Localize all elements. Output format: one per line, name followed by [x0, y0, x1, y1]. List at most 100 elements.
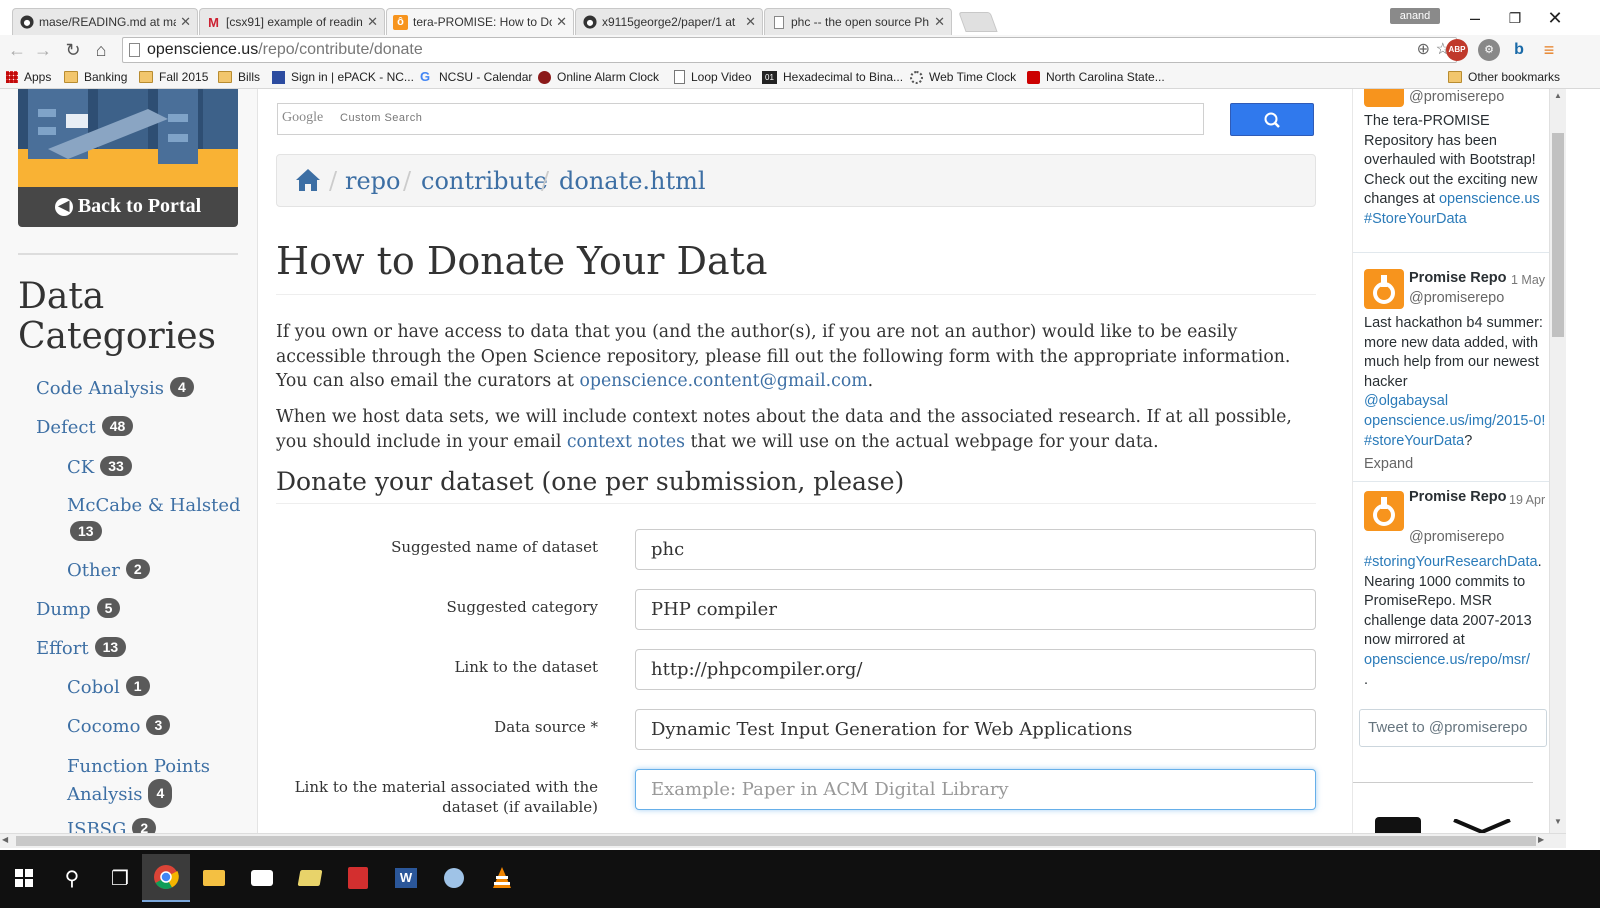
scroll-down-icon[interactable]: ▼	[1551, 817, 1565, 829]
email-icon[interactable]	[1453, 818, 1511, 833]
tweet-link[interactable]: openscience.us/repo/msr/	[1364, 652, 1530, 668]
category-function-points[interactable]: Function Points Analysis 4	[67, 754, 210, 808]
user-profile-badge[interactable]: anand	[1390, 8, 1440, 24]
tweet-author[interactable]: Promise Repo	[1409, 270, 1507, 286]
bookmark-loop-video[interactable]: Loop Video	[674, 68, 752, 86]
category-dump[interactable]: Dump 5	[36, 598, 121, 620]
zoom-icon[interactable]: ⊕	[1417, 38, 1430, 62]
tweet-hashtag[interactable]: #storingYourResearchData	[1364, 554, 1538, 570]
bookmark-ncsu-calendar[interactable]: G NCSU - Calendar	[420, 68, 532, 86]
dataset-name-input[interactable]: phc	[635, 529, 1316, 570]
promise-avatar[interactable]	[1364, 89, 1404, 107]
tweet-mention[interactable]: @olgabaysal	[1364, 393, 1448, 409]
category-cocomo[interactable]: Cocomo 3	[67, 715, 171, 737]
category-code-analysis[interactable]: Code Analysis 4	[36, 377, 194, 399]
word-icon[interactable]: W	[382, 854, 430, 902]
category-cobol[interactable]: Cobol 1	[67, 676, 150, 698]
bookmark-fall-2015[interactable]: Fall 2015	[139, 68, 208, 86]
bookmark-other[interactable]: Other bookmarks	[1448, 68, 1560, 86]
bookmark-web-time-clock[interactable]: Web Time Clock	[910, 68, 1016, 86]
tweet-hashtag[interactable]: #StoreYourData	[1364, 211, 1467, 227]
category-effort[interactable]: Effort 13	[36, 637, 127, 659]
home-icon[interactable]: ⌂	[88, 37, 114, 63]
tweet-hashtag[interactable]: #storeYourData	[1364, 433, 1464, 449]
category-ck[interactable]: CK 33	[67, 456, 132, 478]
close-icon[interactable]: ✕	[934, 14, 945, 30]
close-icon[interactable]: ✕	[745, 14, 756, 30]
bing-icon[interactable]: b	[1508, 39, 1530, 61]
horizontal-scrollbar[interactable]: ◀ ▶	[0, 833, 1566, 848]
tab-gmail[interactable]: M [csx91] example of readin ✕	[199, 8, 385, 35]
tweet-to-input[interactable]: Tweet to @promiserepo	[1359, 709, 1547, 747]
tweet-handle[interactable]: @promiserepo	[1409, 290, 1504, 306]
bookmark-apps[interactable]: Apps	[6, 68, 51, 86]
bookmark-nc-state[interactable]: North Carolina State...	[1027, 68, 1165, 86]
bookmark-epack[interactable]: Sign in | ePACK - NC...	[272, 68, 414, 86]
minimize-icon[interactable]: –	[1455, 6, 1495, 30]
window-close-icon[interactable]: ✕	[1535, 6, 1575, 30]
vertical-scrollbar[interactable]: ▲ ▼	[1549, 89, 1566, 833]
curator-email-link[interactable]: openscience.content@gmail.com	[579, 371, 867, 391]
close-icon[interactable]: ✕	[180, 14, 191, 30]
page-info-icon[interactable]	[129, 43, 140, 57]
address-bar[interactable]: openscience.us/repo/contribute/donate ⊕ …	[122, 37, 1457, 63]
new-tab-button[interactable]	[958, 12, 998, 32]
material-link-input[interactable]: Example: Paper in ACM Digital Library	[635, 769, 1316, 810]
promise-avatar[interactable]	[1364, 491, 1404, 531]
dataset-link-input[interactable]: http://phpcompiler.org/	[635, 649, 1316, 690]
facebook-icon[interactable]	[1375, 817, 1421, 833]
close-icon[interactable]: ✕	[367, 14, 378, 30]
category-other[interactable]: Other 2	[67, 559, 150, 581]
twitter-timeline[interactable]: @promiserepo The tera-PROMISE Repository…	[1352, 89, 1549, 833]
scrollbar-thumb[interactable]	[16, 836, 1536, 846]
search-input[interactable]: Google Custom Search	[277, 103, 1204, 135]
breadcrumb-contribute[interactable]: contribute	[421, 167, 548, 195]
vlc-icon[interactable]	[478, 854, 526, 902]
tweet-handle[interactable]: @promiserepo	[1409, 529, 1504, 545]
bookmark-bills[interactable]: Bills	[218, 68, 260, 86]
menu-icon[interactable]: ≡	[1538, 39, 1560, 61]
search-button[interactable]	[1230, 103, 1314, 136]
app-icon[interactable]	[430, 854, 478, 902]
tweet-link[interactable]: openscience.us	[1439, 191, 1540, 207]
forward-arrow-icon[interactable]: →	[30, 37, 56, 63]
file-explorer-icon[interactable]	[190, 854, 238, 902]
chrome-icon[interactable]	[142, 854, 190, 902]
breadcrumb-repo[interactable]: repo	[345, 167, 401, 195]
adblock-icon[interactable]: ABP	[1446, 39, 1468, 61]
back-arrow-icon[interactable]: ←	[4, 37, 30, 63]
bookmark-alarm-clock[interactable]: Online Alarm Clock	[538, 68, 659, 86]
tweet-date[interactable]: 1 May	[1511, 273, 1545, 287]
windows-start-icon[interactable]	[0, 854, 48, 902]
tweet-author[interactable]: Promise Repo	[1409, 489, 1507, 505]
camera-icon[interactable]	[238, 854, 286, 902]
task-view-icon[interactable]: ❐	[96, 854, 144, 902]
scroll-left-icon[interactable]: ◀	[2, 835, 8, 844]
acrobat-icon[interactable]	[334, 854, 382, 902]
promise-avatar[interactable]	[1364, 269, 1404, 309]
tweet-handle[interactable]: @promiserepo	[1409, 89, 1504, 105]
tab-phc[interactable]: phc -- the open source Ph ✕	[764, 8, 952, 35]
home-icon[interactable]	[295, 168, 321, 197]
category-isbsg[interactable]: ISBSG 2	[67, 818, 157, 833]
close-icon[interactable]: ✕	[556, 14, 567, 30]
bookmark-banking[interactable]: Banking	[64, 68, 127, 86]
bookmark-hexadecimal[interactable]: 01 Hexadecimal to Bina...	[762, 68, 903, 86]
scroll-up-icon[interactable]: ▲	[1551, 91, 1565, 103]
reload-icon[interactable]: ↻	[60, 37, 86, 63]
tweet-link[interactable]: openscience.us/img/2015-0!	[1364, 413, 1545, 429]
back-to-portal-button[interactable]: ◀ Back to Portal	[18, 187, 238, 227]
category-mccabe-halsted[interactable]: McCabe & Halsted	[67, 495, 241, 516]
tweet-expand-link[interactable]: Expand	[1364, 456, 1413, 472]
context-notes-link[interactable]: context notes	[567, 432, 685, 452]
tab-github-paper[interactable]: x9115george2/paper/1 at ✕	[575, 8, 763, 35]
tab-github-reading[interactable]: mase/READING.md at ma ✕	[12, 8, 198, 35]
tweet-date[interactable]: 19 Apr	[1509, 493, 1545, 507]
category-defect[interactable]: Defect 48	[36, 416, 134, 438]
scrollbar-thumb[interactable]	[1552, 133, 1564, 337]
category-input[interactable]: PHP compiler	[635, 589, 1316, 630]
data-source-input[interactable]: Dynamic Test Input Generation for Web Ap…	[635, 709, 1316, 750]
maximize-icon[interactable]: ❐	[1495, 6, 1535, 30]
breadcrumb-donate[interactable]: donate.html	[559, 167, 706, 195]
scroll-right-icon[interactable]: ▶	[1538, 835, 1544, 844]
